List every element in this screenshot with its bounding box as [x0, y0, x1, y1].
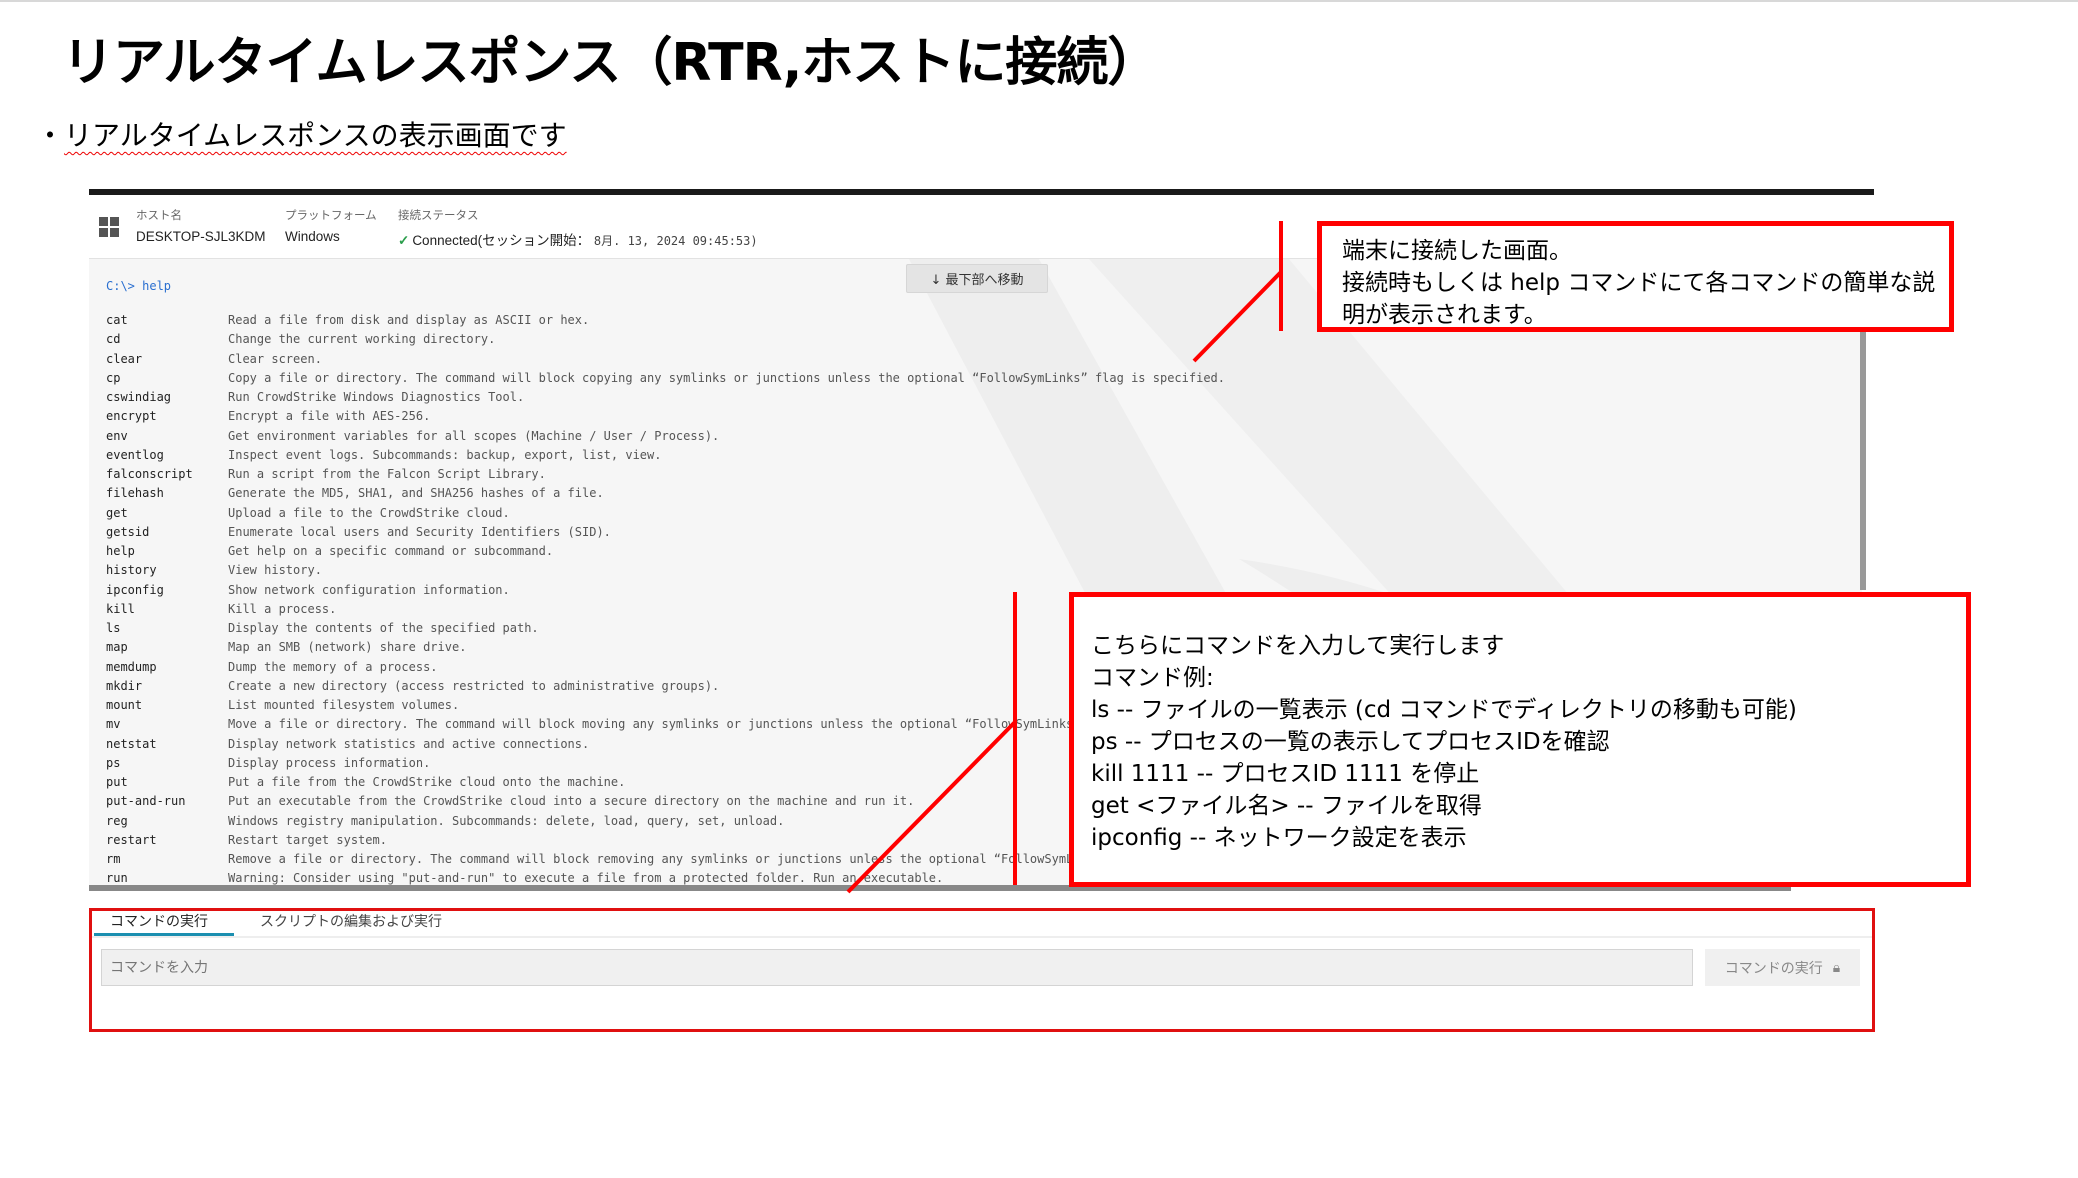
callout-line: こちらにコマンドを入力して実行します: [1091, 633, 1505, 659]
callout-line: ps -- プロセスの一覧の表示してプロセスIDを確認: [1091, 729, 1610, 755]
slide: リアルタイムレスポンス（RTR,ホストに接続） ・リアルタイムレスポンスの表示画…: [0, 0, 2078, 1178]
callout-top-pointer: [1192, 270, 1283, 363]
callout-line: get <ファイル名> -- ファイルを取得: [1091, 793, 1482, 819]
callout-bottom-pointer: [846, 720, 1017, 894]
callout-command-examples: こちらにコマンドを入力して実行します コマンド例: ls -- ファイルの一覧表…: [1069, 592, 1971, 887]
callout-line: kill 1111 -- プロセスID 1111 を停止: [1091, 761, 1480, 787]
callout-line: ls -- ファイルの一覧表示 (cd コマンドでディレクトリの移動も可能): [1091, 697, 1797, 723]
callout-top-line: 接続時もしくは help コマンドにて各コマンドの簡単な説: [1342, 270, 1936, 296]
callout-terminal-note: 端末に接続した画面。 接続時もしくは help コマンドにて各コマンドの簡単な説…: [1317, 221, 1954, 332]
callout-line: ipconfig -- ネットワーク設定を表示: [1091, 825, 1467, 851]
callout-line: コマンド例:: [1091, 665, 1214, 691]
callout-top-line: 明が表示されます。: [1342, 302, 1547, 328]
callout-top-line: 端末に接続した画面。: [1342, 238, 1572, 264]
annotation-lines: [846, 221, 1283, 894]
